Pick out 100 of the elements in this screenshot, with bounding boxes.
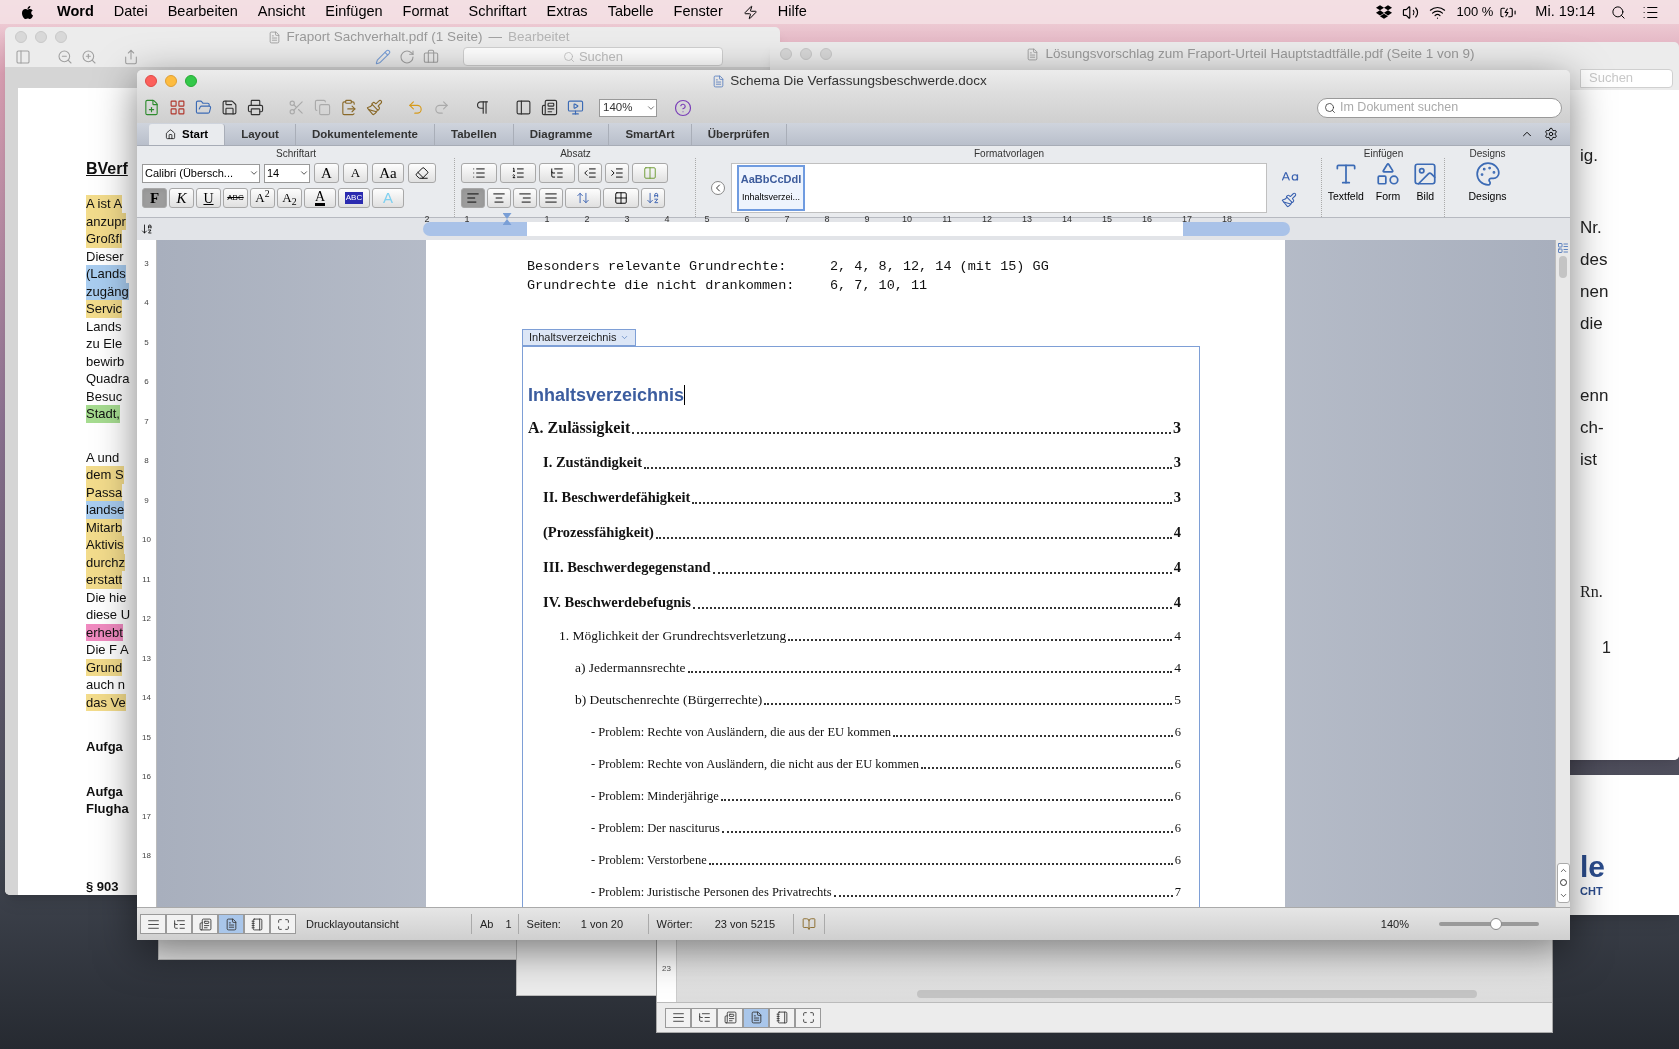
toc-entry[interactable]: - Problem: Verstorbene 6	[591, 844, 1181, 876]
toc-entry[interactable]: (Prozessfähigkeit) 4	[543, 515, 1181, 550]
ribbon-tab[interactable]: Dokumentelemente	[295, 124, 435, 145]
toc-entry[interactable]: II. Beschwerdefähigkeit 3	[543, 480, 1181, 515]
proofing-icon[interactable]	[801, 917, 816, 931]
toc-entry[interactable]: 1. Möglichkeit der Grundrechtsverletzung 4	[559, 620, 1181, 652]
dropbox-icon[interactable]	[1376, 4, 1393, 20]
font-format-button[interactable]: A$^{2}$	[250, 188, 275, 208]
help-icon[interactable]	[674, 98, 692, 117]
align-button[interactable]	[487, 188, 511, 208]
view-button[interactable]	[691, 1007, 717, 1028]
insert-button[interactable]: Textfeld	[1327, 189, 1364, 205]
save-icon[interactable]	[221, 99, 238, 116]
volume-icon[interactable]	[1402, 3, 1420, 21]
insert-button[interactable]: Form	[1375, 189, 1401, 205]
designs-icon[interactable]	[1474, 161, 1501, 187]
ribbon-tab[interactable]: SmartArt	[609, 124, 692, 145]
paste-icon[interactable]	[340, 99, 357, 116]
toc-entry[interactable]: - Problem: Der nasciturus 6	[591, 812, 1181, 844]
content-control-tag[interactable]: Inhaltsverzeichnis	[522, 329, 637, 346]
new-document-icon[interactable]	[143, 99, 160, 116]
columns-button[interactable]	[632, 163, 668, 183]
font-format-button[interactable]: ABC	[338, 188, 370, 208]
view-button[interactable]	[140, 914, 166, 934]
ribbon-tab[interactable]: Tabellen	[435, 124, 514, 145]
settings-icon[interactable]	[1544, 127, 1558, 141]
change-case-button[interactable]: Aa	[372, 163, 404, 183]
font-format-button[interactable]: A	[304, 188, 336, 208]
menu-item[interactable]: Extras	[546, 1, 588, 23]
view-button[interactable]	[717, 1007, 743, 1028]
open-icon[interactable]	[195, 99, 212, 116]
menu-item[interactable]: Tabelle	[607, 1, 654, 23]
menu-item[interactable]: Einfügen	[325, 1, 383, 23]
apple-icon[interactable]	[20, 4, 35, 20]
toc-entry[interactable]: b) Deutschenrechte (Bürgerrechte) 5	[575, 684, 1181, 716]
toc-entry[interactable]: - Problem: Juristische Personen des Privatrechts 7	[591, 876, 1181, 907]
horizontal-scrollbar[interactable]	[917, 990, 1477, 998]
font-name-field[interactable]: Calibri (Übersch...	[142, 163, 260, 183]
rotate-icon[interactable]	[399, 48, 415, 65]
pilcrow-icon[interactable]	[474, 99, 491, 116]
zoom-slider-thumb[interactable]	[1490, 918, 1502, 930]
font-format-button[interactable]: U	[196, 188, 221, 208]
window-zoom-button[interactable]	[185, 75, 197, 87]
print-icon[interactable]	[247, 99, 264, 116]
font-format-button[interactable]: A$_{2}$	[277, 188, 302, 208]
menu-clock[interactable]: Mi. 19:14	[1535, 1, 1595, 23]
borders-button[interactable]	[603, 188, 639, 208]
menu-item[interactable]: Bearbeiten	[167, 1, 238, 23]
ribbon-tab[interactable]: Überprüfen	[691, 124, 787, 145]
view-button[interactable]	[270, 914, 296, 934]
grow-font-button[interactable]: A	[314, 163, 339, 183]
toc-entry[interactable]: III. Beschwerdegegenstand 4	[543, 550, 1181, 585]
insert-button[interactable]: Bild	[1416, 189, 1435, 205]
zoom-field[interactable]: 140%	[599, 98, 657, 117]
search-icon[interactable]	[1611, 4, 1626, 20]
style-gallery-item[interactable]: AaBbCcDdI Inhaltsverzei...	[737, 164, 805, 211]
view-button[interactable]	[166, 914, 192, 934]
toc-entry[interactable]: - Problem: Rechte von Ausländern, die nicht aus der EU kommen 6	[591, 748, 1181, 780]
view-button[interactable]	[795, 1007, 821, 1028]
app-menu[interactable]: Word	[57, 1, 94, 23]
menu-item[interactable]: Fenster	[673, 1, 723, 23]
toc-entry[interactable]: I. Zuständigkeit 3	[543, 445, 1181, 480]
shape-icon[interactable]	[1375, 161, 1402, 187]
increase-indent-button[interactable]	[605, 163, 629, 183]
scrollbar-thumb[interactable]	[1559, 256, 1567, 278]
align-button[interactable]	[461, 188, 485, 208]
page-navigation[interactable]	[1556, 863, 1570, 903]
shrink-font-button[interactable]: A	[343, 163, 368, 183]
format-painter-icon[interactable]	[366, 99, 383, 116]
font-format-button[interactable]: F	[142, 188, 167, 208]
font-format-button[interactable]: ABC	[223, 188, 248, 208]
split-icon[interactable]	[1557, 242, 1569, 254]
media-browser-icon[interactable]	[541, 99, 558, 116]
bolt-icon[interactable]	[742, 4, 758, 20]
numbering-button[interactable]	[500, 163, 536, 183]
align-button[interactable]	[539, 188, 563, 208]
view-button[interactable]	[218, 914, 244, 934]
ribbon-tab[interactable]: Start	[149, 124, 226, 145]
scroll-left-icon[interactable]	[711, 180, 725, 195]
toc-entry[interactable]: - Problem: Rechte von Ausländern, die aus der EU kommen 6	[591, 716, 1181, 748]
view-button[interactable]	[192, 914, 218, 934]
sort-button[interactable]	[641, 188, 665, 208]
gallery-icon[interactable]	[169, 99, 186, 116]
align-button[interactable]	[513, 188, 537, 208]
menu-item[interactable]: Ansicht	[257, 1, 306, 23]
toc-entry[interactable]: A. Zulässigkeit 3	[528, 410, 1181, 445]
view-button[interactable]	[769, 1007, 795, 1028]
designs-button[interactable]: Designs	[1468, 189, 1507, 205]
ribbon-tab[interactable]: Layout	[225, 124, 296, 145]
view-button[interactable]	[244, 914, 270, 934]
menu-item[interactable]: Datei	[113, 1, 148, 23]
font-size-field[interactable]: 14	[264, 163, 310, 183]
menu-item[interactable]: Schriftart	[468, 1, 527, 23]
sidebar-icon[interactable]	[515, 99, 532, 116]
multilevel-list-button[interactable]	[539, 163, 575, 183]
indent-marker-icon[interactable]	[502, 213, 512, 225]
ribbon-tab[interactable]: Diagramme	[513, 124, 610, 145]
toc-entry[interactable]: IV. Beschwerdebefugnis 4	[543, 585, 1181, 620]
menu-item[interactable]: Hilfe	[777, 1, 807, 23]
menu-item[interactable]: Format	[402, 1, 449, 23]
